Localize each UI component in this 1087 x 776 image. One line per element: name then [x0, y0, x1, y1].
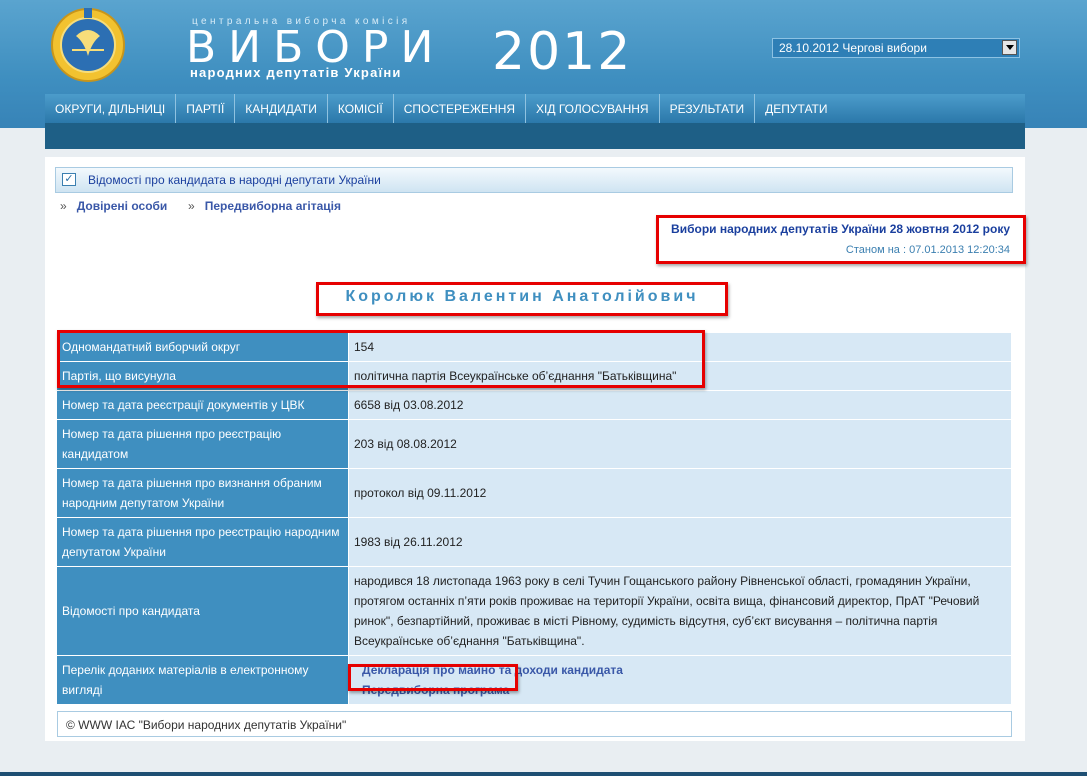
- row-label: Номер та дата рішення про визнання обран…: [57, 468, 349, 518]
- table-row: Номер та дата рішення про визнання обран…: [57, 468, 1012, 518]
- chevron-icon: »: [188, 199, 195, 213]
- highlight-box: [348, 664, 518, 691]
- section-header: ✓ Відомості про кандидата в народні депу…: [55, 167, 1013, 193]
- nav-item-commissions[interactable]: КОМІСІЇ: [328, 94, 394, 123]
- checkbox-icon: ✓: [62, 173, 76, 186]
- election-select-value: 28.10.2012 Чергові вибори: [779, 41, 927, 55]
- election-select[interactable]: 28.10.2012 Чергові вибори: [772, 38, 1020, 58]
- nav-item-observation[interactable]: СПОСТЕРЕЖЕННЯ: [394, 94, 527, 123]
- nav-item-voting-progress[interactable]: ХІД ГОЛОСУВАННЯ: [526, 94, 660, 123]
- dropdown-arrow-icon[interactable]: [1002, 40, 1017, 55]
- row-label: Відомості про кандидата: [57, 566, 349, 656]
- nav-item-parties[interactable]: ПАРТІЇ: [176, 94, 236, 123]
- brand-subtitle: народних депутатів України: [190, 65, 402, 80]
- cec-emblem-icon: [51, 8, 125, 82]
- subnav-trusted-label[interactable]: Довірені особи: [77, 199, 168, 213]
- nav-item-districts[interactable]: ОКРУГИ, ДІЛЬНИЦІ: [45, 94, 177, 123]
- row-label: Номер та дата рішення про реєстрацію нар…: [57, 517, 349, 567]
- subnav-campaign[interactable]: » Передвиборна агітація: [188, 199, 341, 213]
- nav-subbar: [45, 123, 1025, 149]
- row-value: 203 від 08.08.2012: [348, 419, 1012, 469]
- row-label: Номер та дата реєстрації документів у ЦВ…: [57, 390, 349, 420]
- nav-item-results[interactable]: РЕЗУЛЬТАТИ: [660, 94, 756, 123]
- subnav-campaign-label[interactable]: Передвиборна агітація: [205, 199, 341, 213]
- highlight-box: [656, 215, 1026, 264]
- highlight-box: [316, 282, 728, 316]
- table-row: Відомості про кандидата народився 18 лис…: [57, 566, 1012, 656]
- row-value: народився 18 листопада 1963 року в селі …: [348, 566, 1012, 656]
- footer-copyright: © WWW ІАС "Вибори народних депутатів Укр…: [66, 718, 347, 732]
- candidate-info-table: Одномандатний виборчий округ 154 Партія,…: [57, 333, 1012, 705]
- subnav-trusted-persons[interactable]: » Довірені особи: [60, 199, 167, 213]
- footer: © WWW ІАС "Вибори народних депутатів Укр…: [57, 711, 1012, 737]
- highlight-box: [57, 330, 705, 388]
- row-label: Перелік доданих матеріалів в електронном…: [57, 655, 349, 705]
- row-value: 1983 від 26.11.2012: [348, 517, 1012, 567]
- brand-year: 2012: [492, 22, 633, 82]
- nav-item-candidates[interactable]: КАНДИДАТИ: [235, 94, 328, 123]
- table-row: Номер та дата рішення про реєстрацію кан…: [57, 419, 1012, 469]
- main-nav: ОКРУГИ, ДІЛЬНИЦІ ПАРТІЇ КАНДИДАТИ КОМІСІ…: [45, 94, 1025, 123]
- bottom-divider: [0, 772, 1087, 776]
- table-row: Перелік доданих матеріалів в електронном…: [57, 655, 1012, 705]
- table-row: Номер та дата рішення про реєстрацію нар…: [57, 517, 1012, 567]
- row-value: протокол від 09.11.2012: [348, 468, 1012, 518]
- table-row: Номер та дата реєстрації документів у ЦВ…: [57, 390, 1012, 420]
- nav-item-deputies[interactable]: ДЕПУТАТИ: [755, 94, 837, 123]
- section-title: Відомості про кандидата в народні депута…: [88, 173, 381, 187]
- chevron-icon: »: [60, 199, 67, 213]
- row-label: Номер та дата рішення про реєстрацію кан…: [57, 419, 349, 469]
- row-value: 6658 від 03.08.2012: [348, 390, 1012, 420]
